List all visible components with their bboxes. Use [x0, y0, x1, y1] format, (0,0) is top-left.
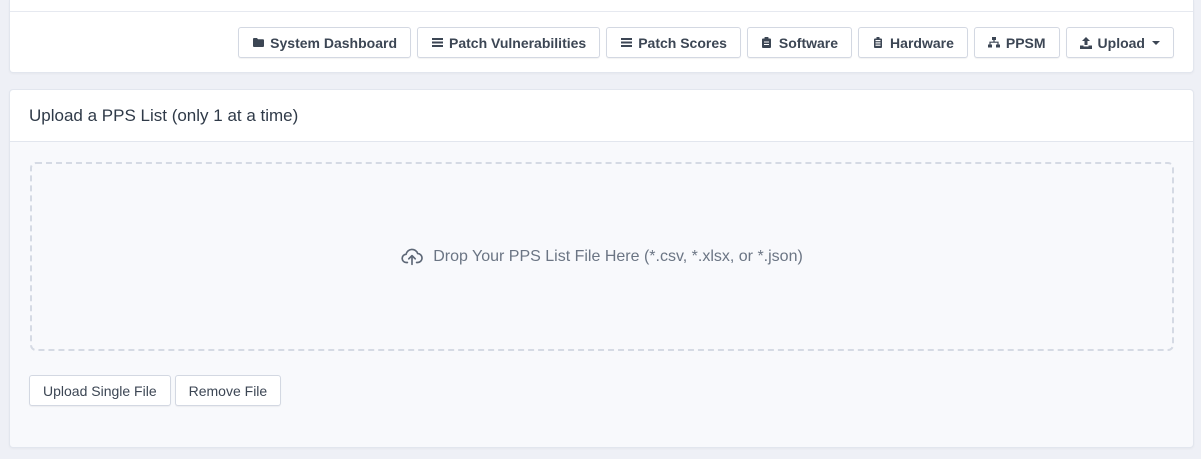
file-dropzone[interactable]: Drop Your PPS List File Here (*.csv, *.x…	[30, 162, 1174, 351]
top-toolbar-card: System Dashboard Patch Vulnerabilities P…	[9, 0, 1194, 73]
sitemap-icon	[987, 37, 1000, 49]
hardware-button[interactable]: Hardware	[858, 27, 968, 58]
upload-dropdown-button[interactable]: Upload	[1065, 27, 1174, 58]
ppsm-label: PPSM	[1005, 34, 1046, 51]
clipboard-icon	[761, 37, 773, 49]
dropzone-text: Drop Your PPS List File Here (*.csv, *.x…	[433, 247, 803, 265]
upload-single-file-button[interactable]: Upload Single File	[29, 375, 171, 406]
nav-button-group: System Dashboard Patch Vulnerabilities P…	[238, 27, 1174, 58]
chevron-down-icon	[1152, 40, 1160, 45]
system-dashboard-label: System Dashboard	[270, 34, 397, 51]
panel-header: Upload a PPS List (only 1 at a time)	[10, 90, 1193, 142]
patch-vulnerabilities-button[interactable]: Patch Vulnerabilities	[417, 27, 601, 58]
patch-vulnerabilities-label: Patch Vulnerabilities	[449, 34, 587, 51]
upload-panel: Upload a PPS List (only 1 at a time) Dro…	[9, 89, 1194, 448]
patch-scores-label: Patch Scores	[638, 34, 727, 51]
panel-title: Upload a PPS List (only 1 at a time)	[29, 105, 299, 125]
upload-label: Upload	[1097, 34, 1145, 51]
cloud-upload-icon	[401, 246, 424, 268]
ppsm-button[interactable]: PPSM	[973, 27, 1060, 58]
file-actions: Upload Single File Remove File	[29, 375, 282, 406]
folder-icon	[252, 37, 264, 49]
list-icon	[620, 37, 632, 49]
toolbar-divider	[10, 11, 1193, 12]
system-dashboard-button[interactable]: System Dashboard	[238, 27, 411, 58]
battery-icon	[872, 37, 884, 49]
list-icon	[431, 37, 443, 49]
upload-icon	[1079, 36, 1092, 49]
software-label: Software	[778, 34, 839, 51]
remove-file-button[interactable]: Remove File	[174, 375, 282, 406]
patch-scores-button[interactable]: Patch Scores	[606, 27, 741, 58]
hardware-label: Hardware	[890, 34, 954, 51]
software-button[interactable]: Software	[746, 27, 853, 58]
